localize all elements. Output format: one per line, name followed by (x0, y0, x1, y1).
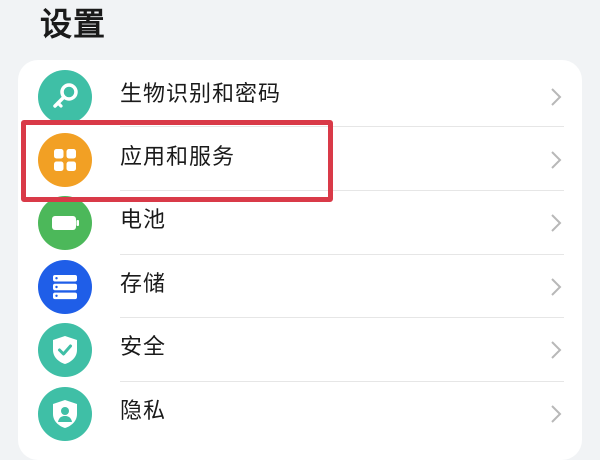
chevron-right-icon (548, 212, 564, 234)
chevron-right-icon (548, 149, 564, 171)
settings-item-battery[interactable]: 电池 (18, 190, 582, 254)
settings-item-privacy[interactable]: 隐私 (18, 381, 582, 445)
settings-item-label: 生物识别和密码 (120, 82, 282, 107)
settings-item-biometrics-password[interactable]: 生物识别和密码 (18, 64, 582, 128)
settings-item-label: 应用和服务 (120, 145, 236, 170)
chevron-right-icon (548, 276, 564, 298)
settings-item-label: 隐私 (120, 399, 167, 424)
storage-icon (38, 260, 92, 314)
chevron-right-icon (548, 86, 564, 108)
settings-item-storage[interactable]: 存储 (18, 254, 582, 318)
shield-check-icon (38, 323, 92, 377)
settings-item-label: 存储 (120, 272, 167, 297)
key-icon (38, 70, 92, 124)
settings-item-security[interactable]: 安全 (18, 317, 582, 381)
chevron-right-icon (548, 339, 564, 361)
apps-grid-icon (38, 133, 92, 187)
settings-item-label: 安全 (120, 335, 167, 360)
battery-icon (38, 196, 92, 250)
settings-item-label: 电池 (120, 208, 167, 233)
privacy-shield-icon (38, 387, 92, 441)
settings-card: 生物识别和密码 应用和服务 电池 存储 安全 隐私 (18, 60, 582, 460)
chevron-right-icon (548, 403, 564, 425)
page-title: 设置 (40, 5, 107, 43)
settings-item-apps-services[interactable]: 应用和服务 (18, 127, 582, 191)
